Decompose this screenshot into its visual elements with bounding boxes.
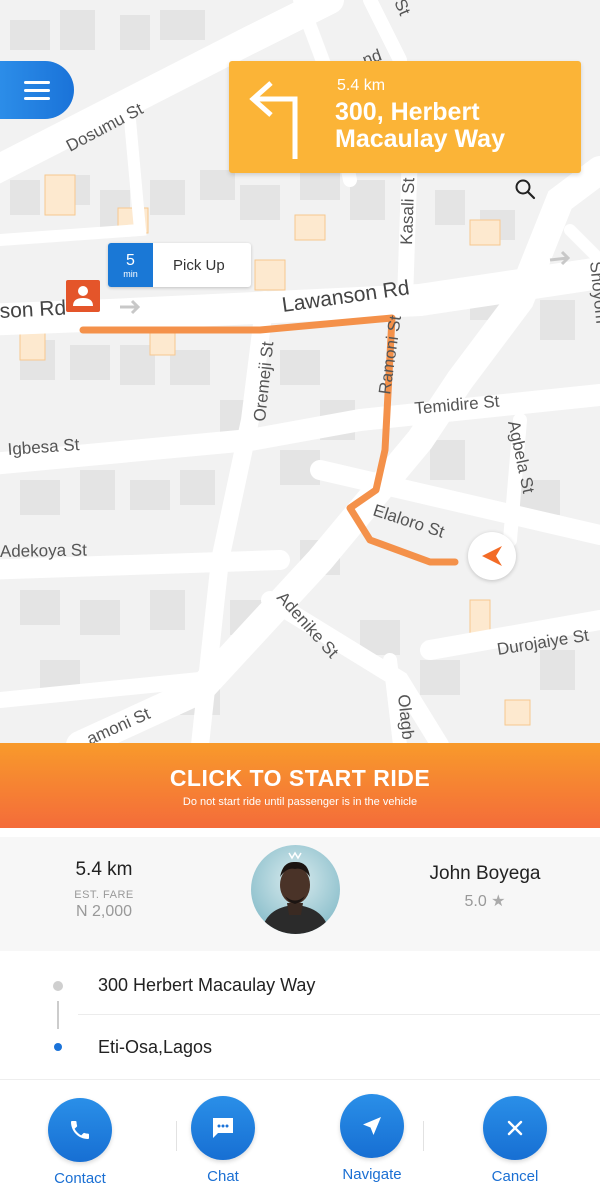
- cancel-label: Cancel: [491, 1168, 539, 1185]
- street-label-shoyombo: Shoyom: [586, 260, 600, 324]
- action-divider: [176, 1121, 177, 1151]
- address-from-row[interactable]: 300 Herbert Macaulay Way: [0, 952, 600, 1015]
- action-bar: Contact Chat Navigate Cancel: [0, 1079, 600, 1200]
- turn-left-icon: [249, 81, 298, 159]
- origin-dot-icon: [53, 981, 63, 991]
- navigate-button[interactable]: Navigate: [322, 1094, 422, 1183]
- menu-icon: [24, 76, 50, 105]
- direction-distance: 5.4 km: [337, 77, 386, 94]
- phone-icon: [71, 1121, 89, 1139]
- chat-label: Chat: [207, 1168, 239, 1185]
- pickup-tag[interactable]: 5 min Pick Up: [108, 243, 251, 287]
- rider-box: John Boyega 5.0 ★: [405, 863, 565, 911]
- action-divider: [423, 1121, 424, 1151]
- person-pin-icon[interactable]: [66, 280, 100, 312]
- street-label-top-st: St: [390, 0, 414, 19]
- address-connector: [57, 1001, 59, 1029]
- address-to-row[interactable]: Eti-Osa,Lagos: [0, 1015, 600, 1078]
- pickup-eta: 5 min: [108, 243, 153, 287]
- navigate-icon: [363, 1117, 381, 1135]
- navigation-arrow-icon: [468, 532, 516, 580]
- star-icon: ★: [491, 893, 506, 910]
- avatar[interactable]: [251, 845, 340, 934]
- contact-label: Contact: [54, 1170, 106, 1187]
- start-ride-subtitle: Do not start ride until passenger is in …: [182, 796, 418, 808]
- navigate-label: Navigate: [342, 1166, 402, 1183]
- pickup-eta-minutes: 5: [126, 251, 135, 269]
- pickup-eta-unit: min: [123, 268, 138, 279]
- rider-name: John Boyega: [429, 863, 541, 884]
- street-label-lawanson-left: son Rd: [0, 297, 67, 323]
- cancel-button[interactable]: Cancel: [465, 1096, 565, 1185]
- fare-label: EST. FARE: [74, 889, 134, 901]
- chat-icon: [213, 1118, 233, 1138]
- direction-street: 300, Herbert Macaulay Way: [335, 98, 505, 153]
- menu-button[interactable]: [0, 61, 74, 119]
- destination-dot-icon: [54, 1043, 62, 1051]
- address-to: Eti-Osa,Lagos: [98, 1037, 213, 1057]
- trip-info-panel: 5.4 km EST. FARE N 2,000 John Boyega 5.0…: [0, 837, 600, 951]
- map-view[interactable]: Dosumu St Lawanson Rd son Rd Kasali St O…: [0, 0, 600, 745]
- direction-card: 5.4 km 300, Herbert Macaulay Way: [229, 61, 581, 173]
- address-list: 300 Herbert Macaulay Way Eti-Osa,Lagos: [0, 952, 600, 1078]
- street-label-kasali: Kasali St: [397, 177, 418, 245]
- search-icon[interactable]: [514, 178, 536, 200]
- street-label-adenike: Adenike St: [273, 588, 342, 662]
- street-label-adekoya: Adekoya St: [0, 540, 87, 561]
- fare-value: N 2,000: [75, 903, 133, 920]
- start-ride-title: CLICK TO START RIDE: [169, 765, 431, 791]
- contact-button[interactable]: Contact: [30, 1098, 130, 1187]
- pickup-label: Pick Up: [173, 256, 225, 274]
- rider-rating: 5.0: [464, 893, 487, 910]
- chat-button[interactable]: Chat: [173, 1096, 273, 1185]
- address-from: 300 Herbert Macaulay Way: [98, 975, 316, 995]
- close-icon: [507, 1120, 523, 1136]
- start-ride-button[interactable]: CLICK TO START RIDE Do not start ride un…: [0, 743, 600, 828]
- street-label-ramoni: Ramoni St: [375, 314, 405, 396]
- trip-distance: 5.4 km: [75, 859, 133, 880]
- fare-box: 5.4 km EST. FARE N 2,000: [40, 859, 168, 921]
